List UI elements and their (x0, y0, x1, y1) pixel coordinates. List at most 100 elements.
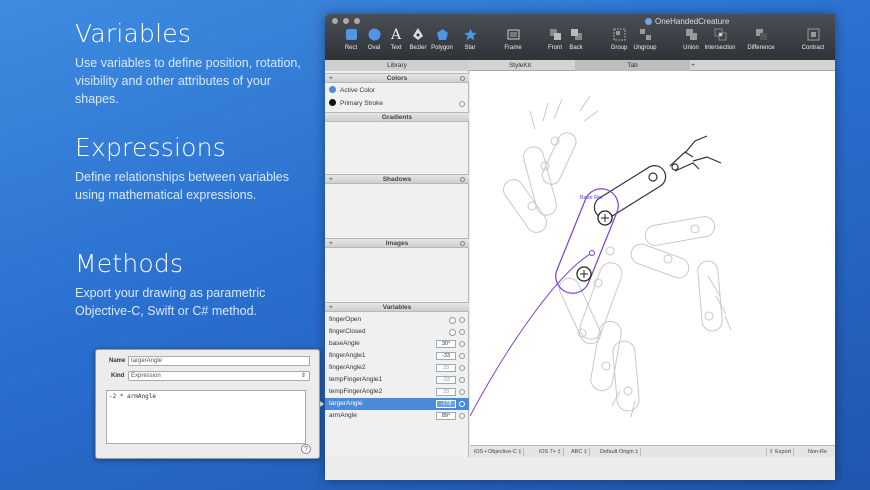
section-title: Shadows (382, 176, 412, 183)
contract-button[interactable]: Contract (799, 27, 827, 51)
variable-usage-icon (459, 365, 465, 371)
tool-label: Ungroup (633, 45, 657, 51)
tool-label: Bezier (409, 45, 427, 51)
variable-name: tempFingerAngle2 (329, 388, 383, 395)
bottom-bar: iOS • Objective-C ‡ iOS 7+ ‡ ABC ‡ Defau… (470, 445, 835, 457)
kind-select[interactable]: Expression ⇕ (128, 371, 310, 381)
add-variable-button[interactable]: + (329, 303, 333, 312)
document-title: OneHandedCreature (645, 17, 729, 26)
export-button[interactable]: ⇪ Export (766, 448, 795, 456)
back-button[interactable]: Back (562, 27, 590, 51)
tool-label: Text (390, 45, 402, 51)
zoom-button[interactable] (354, 18, 360, 24)
color-item-active[interactable]: Active Color (325, 85, 469, 97)
variable-row[interactable]: fingerOpen (325, 314, 469, 326)
promo-text: Use variables to define position, rotati… (75, 56, 301, 106)
tool-label: Back (569, 45, 583, 51)
variable-toggle[interactable] (449, 329, 456, 336)
add-shadow-button[interactable]: + (329, 175, 333, 184)
promo-text: Define relationships between variables u… (75, 170, 290, 202)
section-options-icon[interactable] (460, 177, 465, 182)
help-button[interactable]: ? (301, 444, 311, 454)
tool-label: Star (464, 45, 476, 51)
kind-label: Kind (111, 373, 125, 379)
intersection-button[interactable]: Intersection (704, 27, 736, 51)
close-button[interactable] (332, 18, 338, 24)
add-image-button[interactable]: + (329, 239, 333, 248)
variable-row[interactable]: tempFingerAngle2 33 (325, 386, 469, 398)
variable-row[interactable]: fingerAngle1 -33 (325, 350, 469, 362)
tool-label: Oval (367, 45, 381, 51)
colors-section-header[interactable]: + Colors (325, 73, 469, 83)
variable-value[interactable]: -33 (436, 376, 456, 384)
drawing-canvas[interactable]: Base Rot (469, 71, 835, 445)
tab-tab[interactable]: Tab (575, 60, 690, 71)
variable-name: fingerOpen (329, 316, 362, 323)
name-field[interactable]: targerAngle (128, 356, 310, 366)
document-title-text: OneHandedCreature (655, 17, 730, 26)
union-button[interactable]: Union (677, 27, 705, 51)
variable-toggle[interactable] (449, 317, 456, 324)
section-title: Colors (386, 75, 408, 82)
variable-row[interactable]: baseAngle 30° (325, 338, 469, 350)
promo-title: Expressions (75, 133, 226, 162)
new-tab-button[interactable]: + (687, 60, 699, 71)
variable-row[interactable]: fingerAngle2 33 (325, 362, 469, 374)
platform-select[interactable]: iOS • Objective-C ‡ (472, 448, 525, 456)
kind-value: Expression (131, 373, 161, 379)
section-title: Images (385, 240, 409, 247)
variable-name: fingerClosed (329, 328, 366, 335)
variable-value[interactable]: 89° (436, 412, 456, 420)
color-swatch (329, 98, 336, 106)
variable-value[interactable]: 33 (436, 388, 456, 396)
variable-value[interactable]: -178 (436, 400, 456, 408)
variable-row[interactable]: armAngle 89° (325, 410, 469, 422)
title-bar: OneHandedCreature Rect Oval A Text Bezie… (325, 14, 835, 60)
section-options-icon[interactable] (460, 241, 465, 246)
variable-name: fingerAngle1 (329, 352, 366, 359)
star-tool[interactable]: Star (456, 27, 484, 51)
variable-usage-icon[interactable] (459, 401, 465, 407)
origin-select[interactable]: Default Origin ‡ (598, 448, 642, 456)
minimize-button[interactable] (343, 18, 349, 24)
images-section-header[interactable]: + Images (325, 238, 469, 248)
expression-code-field[interactable]: -2 * armAngle (106, 390, 306, 444)
color-swatch (329, 85, 336, 93)
color-item-primary-stroke[interactable]: Primary Stroke (325, 98, 469, 110)
variable-row[interactable]: tempFingerAngle1 -33 (325, 374, 469, 386)
tab-library[interactable]: Library (325, 60, 469, 71)
version-select[interactable]: iOS 7+ ‡ (537, 448, 564, 456)
gradients-section-header[interactable]: Gradients (325, 112, 469, 122)
polygon-tool[interactable]: Polygon (428, 27, 456, 51)
text-select[interactable]: ABC ‡ (569, 448, 590, 456)
promo-expressions: Expressions Define relationships between… (75, 133, 315, 204)
difference-button[interactable]: Difference (747, 27, 775, 51)
promo-text: Export your drawing as parametric Object… (75, 286, 266, 318)
variables-section-header[interactable]: + Variables (325, 302, 469, 312)
ungroup-button[interactable]: Ungroup (631, 27, 659, 51)
variable-value[interactable]: 33 (436, 364, 456, 372)
section-options-icon[interactable] (460, 76, 465, 81)
variable-value[interactable]: -33 (436, 352, 456, 360)
document-icon (645, 18, 652, 25)
tool-label: Polygon (431, 45, 453, 51)
variable-row[interactable]: fingerClosed (325, 326, 469, 338)
send-back-icon (569, 27, 583, 41)
retina-select[interactable]: Non-Re (806, 448, 829, 456)
add-color-button[interactable]: + (329, 74, 333, 83)
frame-icon (506, 27, 520, 41)
section-title: Gradients (381, 114, 413, 121)
variable-usage-icon (459, 353, 465, 359)
export-label: Export (775, 449, 792, 455)
variable-usage-icon (459, 341, 465, 347)
rect-icon (344, 27, 358, 41)
variable-value[interactable]: 30° (436, 340, 456, 348)
difference-icon (754, 27, 768, 41)
group-button[interactable]: Group (605, 27, 633, 51)
shadows-section-header[interactable]: + Shadows (325, 174, 469, 184)
variable-name: armAngle (329, 412, 357, 419)
frame-tool[interactable]: Frame (499, 27, 527, 51)
tab-stylekit[interactable]: StyleKit (470, 60, 570, 71)
color-name: Active Color (340, 87, 376, 94)
variable-row-selected[interactable]: targerAngle -178 (325, 398, 469, 410)
